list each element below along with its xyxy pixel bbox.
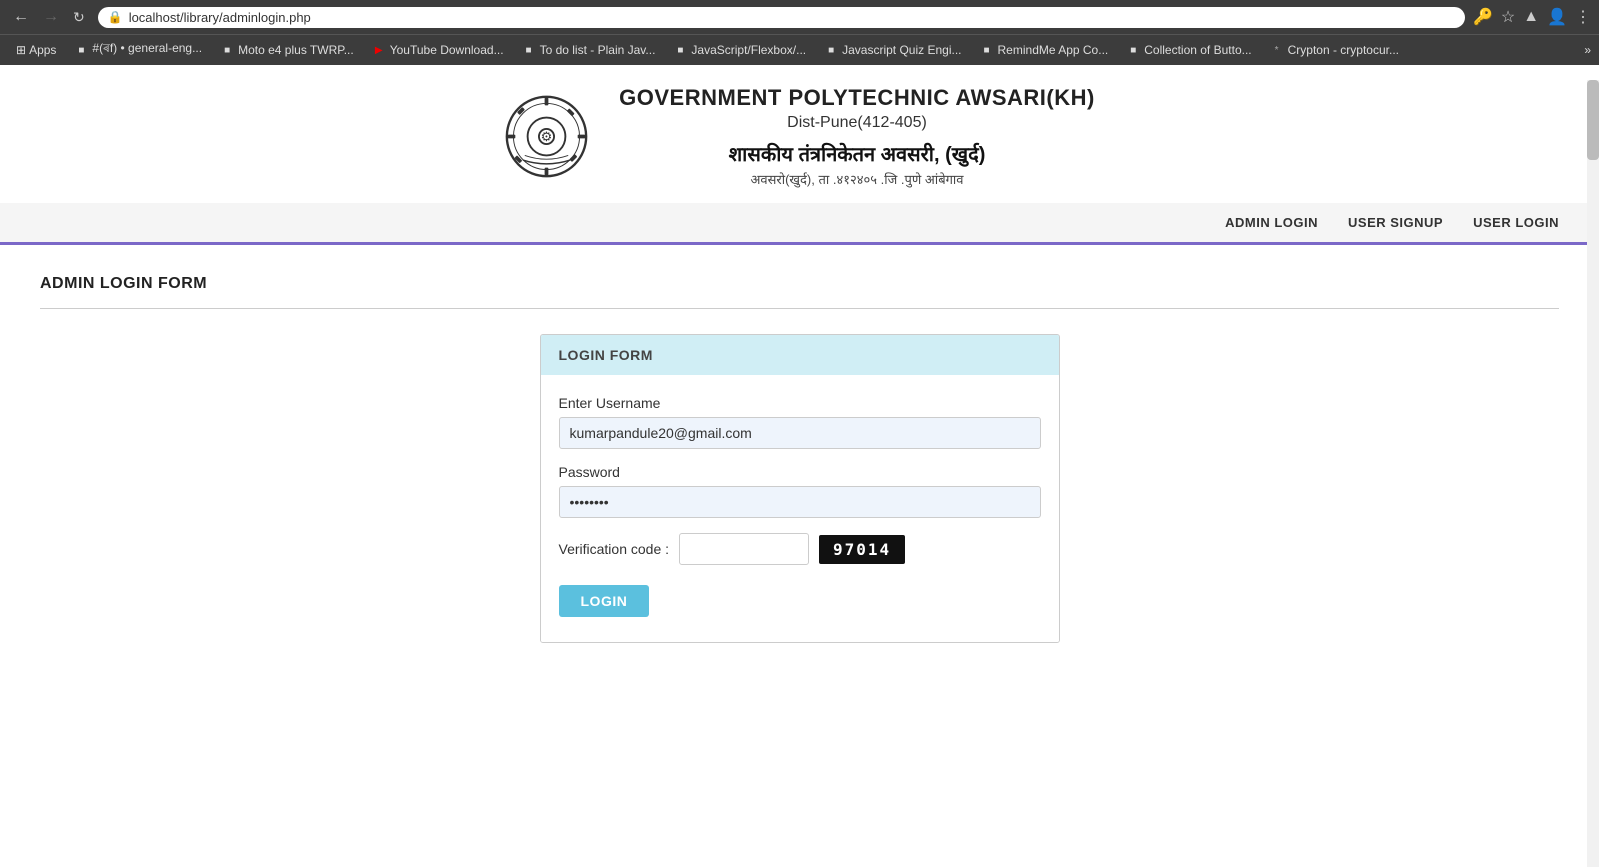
star-icon[interactable]: ☆ bbox=[1501, 7, 1515, 27]
page-content: ⚙ GOVERNMENT POLYTECHNIC AWSARI(KH) Dist… bbox=[0, 65, 1599, 852]
header-subtitle-mr: अवसरो(खुर्द), ता .४१२४०५ .जि .पुणे आंबेग… bbox=[619, 170, 1095, 188]
key-icon[interactable]: 🔑 bbox=[1473, 7, 1493, 27]
profile-icon[interactable]: 👤 bbox=[1547, 7, 1567, 27]
apps-grid-icon: ⊞ bbox=[16, 43, 26, 57]
card-body: Enter Username Password Verification cod… bbox=[541, 375, 1059, 642]
bookmark-bk3[interactable]: ▶ YouTube Download... bbox=[364, 41, 512, 59]
password-input[interactable] bbox=[559, 486, 1041, 518]
bookmark-label-bk1: #(ৰf) • general-eng... bbox=[92, 40, 202, 60]
favicon-bk3: ▶ bbox=[372, 43, 386, 57]
favicon-bk8: ■ bbox=[1126, 43, 1140, 57]
bookmark-label-bk6: Javascript Quiz Engi... bbox=[842, 43, 961, 57]
bookmark-bk1[interactable]: ■ #(ৰf) • general-eng... bbox=[66, 38, 210, 62]
bookmark-label-bk7: RemindMe App Co... bbox=[998, 43, 1109, 57]
favicon-bk2: ■ bbox=[220, 43, 234, 57]
address-bar[interactable]: 🔒 localhost/library/adminlogin.php bbox=[98, 7, 1465, 28]
bookmark-bk7[interactable]: ■ RemindMe App Co... bbox=[972, 41, 1117, 59]
site-nav: ADMIN LOGIN USER SIGNUP USER LOGIN bbox=[0, 203, 1599, 245]
address-text: localhost/library/adminlogin.php bbox=[129, 10, 1455, 25]
username-group: Enter Username bbox=[559, 395, 1041, 449]
password-label: Password bbox=[559, 464, 1041, 480]
scrollbar[interactable] bbox=[1587, 80, 1599, 867]
bookmark-bk2[interactable]: ■ Moto e4 plus TWRP... bbox=[212, 41, 362, 59]
nav-user-signup[interactable]: USER SIGNUP bbox=[1348, 215, 1443, 230]
favicon-bk7: ■ bbox=[980, 43, 994, 57]
verification-row: Verification code : 97014 bbox=[559, 533, 1041, 565]
bookmark-label-bk3: YouTube Download... bbox=[390, 43, 504, 57]
favicon-bk5: ■ bbox=[673, 43, 687, 57]
username-input[interactable] bbox=[559, 417, 1041, 449]
nav-controls: ← → ↻ bbox=[8, 6, 90, 28]
bookmark-label-bk8: Collection of Butto... bbox=[1144, 43, 1251, 57]
nav-user-login[interactable]: USER LOGIN bbox=[1473, 215, 1559, 230]
refresh-button[interactable]: ↻ bbox=[68, 7, 90, 28]
form-section-title: ADMIN LOGIN FORM bbox=[40, 275, 1559, 293]
site-header: ⚙ GOVERNMENT POLYTECHNIC AWSARI(KH) Dist… bbox=[0, 65, 1599, 203]
verification-input[interactable] bbox=[679, 533, 809, 565]
username-label: Enter Username bbox=[559, 395, 1041, 411]
browser-chrome: ← → ↻ 🔒 localhost/library/adminlogin.php… bbox=[0, 0, 1599, 65]
verification-code-display: 97014 bbox=[819, 535, 905, 564]
header-title-en: GOVERNMENT POLYTECHNIC AWSARI(KH) bbox=[619, 85, 1095, 111]
login-button[interactable]: LOGIN bbox=[559, 585, 650, 617]
lock-icon: 🔒 bbox=[108, 10, 123, 24]
favicon-bk1: ■ bbox=[74, 43, 88, 57]
bookmark-label-bk5: JavaScript/Flexbox/... bbox=[691, 43, 806, 57]
bookmark-bk8[interactable]: ■ Collection of Butto... bbox=[1118, 41, 1259, 59]
apps-bookmark[interactable]: ⊞ Apps bbox=[8, 41, 64, 59]
bookmark-bk9[interactable]: * Crypton - cryptocur... bbox=[1262, 41, 1407, 59]
menu-icon[interactable]: ⋮ bbox=[1575, 7, 1591, 27]
header-title-mr: शासकीय तंत्रनिकेतन अवसरी, (खुर्द) bbox=[619, 140, 1095, 167]
verification-label: Verification code : bbox=[559, 541, 670, 557]
bookmark-label-bk9: Crypton - cryptocur... bbox=[1288, 43, 1399, 57]
favicon-bk6: ■ bbox=[824, 43, 838, 57]
forward-button[interactable]: → bbox=[38, 6, 64, 28]
title-divider bbox=[40, 308, 1559, 309]
scrollbar-thumb[interactable] bbox=[1587, 80, 1599, 160]
bookmark-bk4[interactable]: ■ To do list - Plain Jav... bbox=[514, 41, 664, 59]
favicon-bk9: * bbox=[1270, 43, 1284, 57]
bookmarks-more[interactable]: » bbox=[1584, 43, 1591, 57]
card-header: LOGIN FORM bbox=[541, 335, 1059, 375]
main-content: ADMIN LOGIN FORM LOGIN FORM Enter Userna… bbox=[0, 245, 1599, 673]
browser-titlebar: ← → ↻ 🔒 localhost/library/adminlogin.php… bbox=[0, 0, 1599, 34]
header-text: GOVERNMENT POLYTECHNIC AWSARI(KH) Dist-P… bbox=[619, 85, 1095, 188]
nav-admin-login[interactable]: ADMIN LOGIN bbox=[1225, 215, 1318, 230]
institute-logo: ⚙ bbox=[504, 94, 589, 179]
favicon-bk4: ■ bbox=[522, 43, 536, 57]
back-button[interactable]: ← bbox=[8, 6, 34, 28]
apps-label: Apps bbox=[29, 43, 56, 57]
header-subtitle-en: Dist-Pune(412-405) bbox=[619, 114, 1095, 132]
password-group: Password bbox=[559, 464, 1041, 518]
shield-icon[interactable]: ▲ bbox=[1523, 8, 1539, 26]
bookmarks-bar: ⊞ Apps ■ #(ৰf) • general-eng... ■ Moto e… bbox=[0, 34, 1599, 65]
bookmark-label-bk2: Moto e4 plus TWRP... bbox=[238, 43, 354, 57]
bookmark-bk5[interactable]: ■ JavaScript/Flexbox/... bbox=[665, 41, 814, 59]
bookmark-label-bk4: To do list - Plain Jav... bbox=[540, 43, 656, 57]
bookmark-bk6[interactable]: ■ Javascript Quiz Engi... bbox=[816, 41, 969, 59]
logo-area: ⚙ bbox=[504, 94, 589, 179]
svg-text:⚙: ⚙ bbox=[541, 129, 553, 144]
browser-icons: 🔑 ☆ ▲ 👤 ⋮ bbox=[1473, 7, 1591, 27]
login-card: LOGIN FORM Enter Username Password Verif… bbox=[540, 334, 1060, 643]
